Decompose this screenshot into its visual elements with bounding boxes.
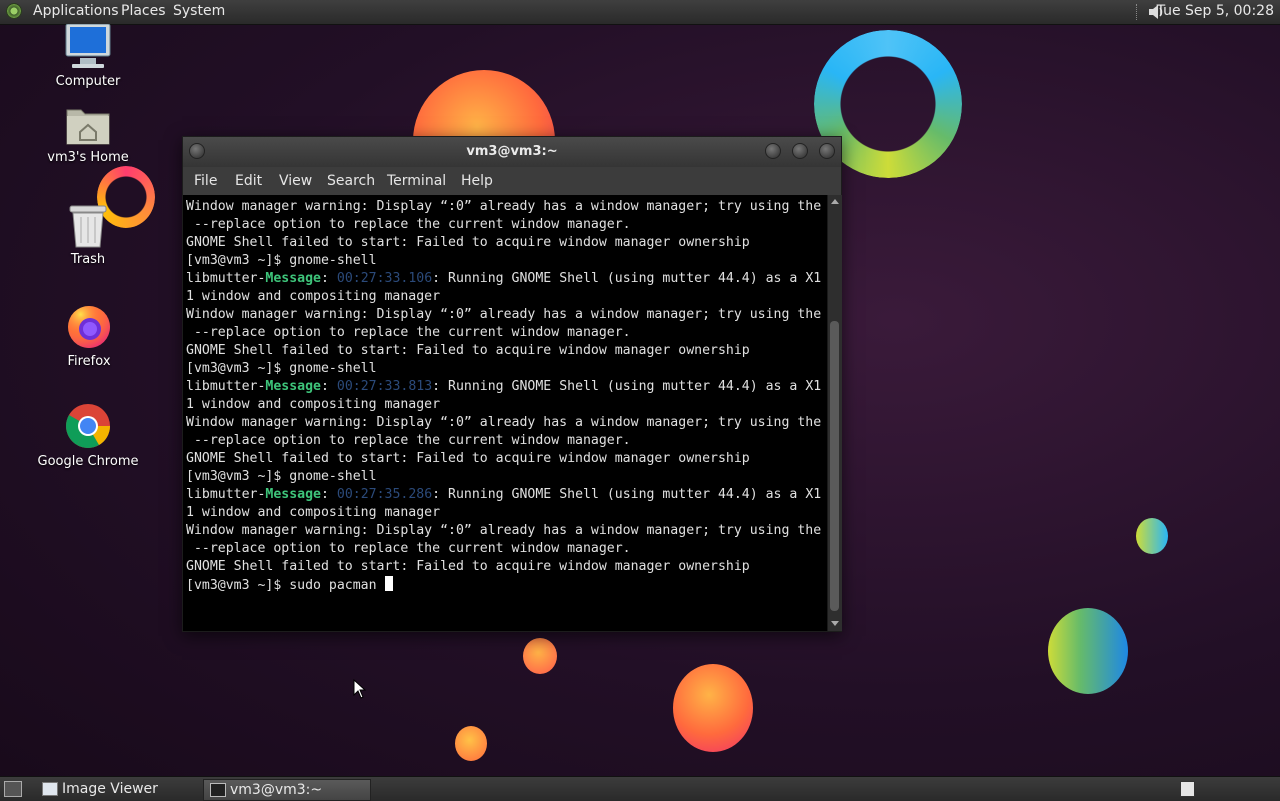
desktop-icon-label: Trash xyxy=(70,252,106,267)
terminal-prompt-line: [vm3@vm3 ~]$ sudo pacman xyxy=(186,576,821,594)
menu-view[interactable]: View xyxy=(279,173,312,189)
menu-help[interactable]: Help xyxy=(461,173,493,189)
terminal-menubar: File Edit View Search Terminal Help xyxy=(183,167,841,195)
firefox-icon xyxy=(65,302,113,350)
terminal-line: --replace option to replace the current … xyxy=(186,433,631,448)
terminal-line-segment: : xyxy=(320,271,337,286)
menu-applications[interactable]: Applications xyxy=(33,3,119,19)
distro-logo-icon[interactable] xyxy=(6,3,22,19)
terminal-line: [vm3@vm3 ~]$ gnome-shell xyxy=(186,361,377,376)
terminal-scrollbar[interactable] xyxy=(827,195,842,631)
top-panel: Applications Places System Tue Sep 5, 00… xyxy=(0,0,1280,25)
terminal-icon xyxy=(210,783,226,797)
wallpaper-bubble xyxy=(1048,608,1128,694)
image-viewer-icon xyxy=(42,782,58,796)
terminal-line: 1 window and compositing manager xyxy=(186,505,441,520)
terminal-line-segment: Message xyxy=(265,379,321,394)
terminal-line-segment: libmutter- xyxy=(186,487,266,502)
mouse-pointer-icon xyxy=(353,678,367,703)
terminal-line-segment: libmutter- xyxy=(186,271,266,286)
wallpaper-bubble xyxy=(673,664,753,752)
desktop-icon-label: Firefox xyxy=(67,354,111,369)
menu-places[interactable]: Places xyxy=(121,3,166,19)
terminal-line-segment: 00:27:33.813 xyxy=(336,379,433,394)
scrollbar-thumb[interactable] xyxy=(830,321,839,611)
terminal-line: GNOME Shell failed to start: Failed to a… xyxy=(186,451,750,466)
chrome-icon xyxy=(64,402,112,450)
close-button[interactable] xyxy=(819,143,835,159)
terminal-cursor xyxy=(384,576,393,591)
terminal-lines: Window manager warning: Display “:0” alr… xyxy=(186,198,821,594)
desktop-icon-home[interactable]: vm3's Home xyxy=(28,104,148,165)
terminal-line: GNOME Shell failed to start: Failed to a… xyxy=(186,559,750,574)
workspace-switcher[interactable] xyxy=(1180,781,1195,797)
wallpaper-bubble xyxy=(455,726,487,761)
terminal-line-segment: : Running GNOME Shell (using mutter 44.4… xyxy=(432,379,822,394)
computer-icon xyxy=(64,23,112,70)
wallpaper-bubble xyxy=(1136,518,1168,554)
terminal-line: libmutter-Message: 00:27:33.813: Running… xyxy=(186,378,821,396)
terminal-line: [vm3@vm3 ~]$ gnome-shell xyxy=(186,253,377,268)
minimize-button[interactable] xyxy=(765,143,781,159)
bottom-panel: Image Viewer vm3@vm3:~ xyxy=(0,776,1280,801)
taskbar-item-terminal[interactable]: vm3@vm3:~ xyxy=(203,779,371,801)
terminal-line-segment: 00:27:35.286 xyxy=(336,487,433,502)
terminal-line-segment: libmutter- xyxy=(186,379,266,394)
terminal-line: [vm3@vm3 ~]$ gnome-shell xyxy=(186,469,377,484)
menu-terminal[interactable]: Terminal xyxy=(387,173,446,189)
desktop-icon-label: vm3's Home xyxy=(47,150,129,165)
terminal-line-segment: : xyxy=(320,487,337,502)
terminal-line: GNOME Shell failed to start: Failed to a… xyxy=(186,235,750,250)
menu-search[interactable]: Search xyxy=(327,173,375,189)
desktop-icon-label: Computer xyxy=(55,74,121,89)
terminal-line: --replace option to replace the current … xyxy=(186,217,631,232)
terminal-line-segment: : xyxy=(320,379,337,394)
terminal-output[interactable]: Window manager warning: Display “:0” alr… xyxy=(183,195,827,631)
desktop-icon-computer[interactable]: Computer xyxy=(28,23,148,89)
menu-edit[interactable]: Edit xyxy=(235,173,262,189)
terminal-line: libmutter-Message: 00:27:35.286: Running… xyxy=(186,486,821,504)
terminal-line: libmutter-Message: 00:27:33.106: Running… xyxy=(186,270,821,288)
terminal-line-segment: Message xyxy=(265,487,321,502)
terminal-line: Window manager warning: Display “:0” alr… xyxy=(186,523,822,538)
wallpaper-bubble xyxy=(523,638,557,674)
scroll-up-arrow-icon[interactable] xyxy=(831,199,839,204)
trash-icon xyxy=(68,204,108,248)
desktop-icon-firefox[interactable]: Firefox xyxy=(29,302,149,369)
terminal-line: Window manager warning: Display “:0” alr… xyxy=(186,307,822,322)
terminal-line: GNOME Shell failed to start: Failed to a… xyxy=(186,343,750,358)
desktop-icon-chrome[interactable]: Google Chrome xyxy=(28,402,148,469)
terminal-window[interactable]: vm3@vm3:~ File Edit View Search Terminal… xyxy=(182,136,842,632)
terminal-line-segment: : Running GNOME Shell (using mutter 44.4… xyxy=(432,487,822,502)
show-desktop-icon[interactable] xyxy=(4,781,22,797)
home-folder-icon xyxy=(65,104,111,146)
terminal-line: --replace option to replace the current … xyxy=(186,325,631,340)
desktop-icon-label: Google Chrome xyxy=(37,454,139,469)
terminal-line-segment: 00:27:33.106 xyxy=(336,271,433,286)
taskbar-item-label: vm3@vm3:~ xyxy=(230,782,323,798)
menu-file[interactable]: File xyxy=(194,173,217,189)
terminal-line: --replace option to replace the current … xyxy=(186,541,631,556)
terminal-line-segment: : Running GNOME Shell (using mutter 44.4… xyxy=(432,271,822,286)
taskbar-item-label: Image Viewer xyxy=(62,781,158,797)
terminal-prompt: [vm3@vm3 ~]$ sudo pacman xyxy=(186,578,385,593)
scroll-down-arrow-icon[interactable] xyxy=(831,621,839,626)
terminal-line: 1 window and compositing manager xyxy=(186,289,441,304)
terminal-line: Window manager warning: Display “:0” alr… xyxy=(186,199,822,214)
terminal-line: 1 window and compositing manager xyxy=(186,397,441,412)
panel-separator xyxy=(1136,4,1139,20)
taskbar-item-image-viewer[interactable]: Image Viewer xyxy=(36,779,212,799)
maximize-button[interactable] xyxy=(792,143,808,159)
menu-system[interactable]: System xyxy=(173,3,225,19)
window-titlebar[interactable]: vm3@vm3:~ xyxy=(183,137,841,167)
window-title: vm3@vm3:~ xyxy=(466,144,558,159)
clock[interactable]: Tue Sep 5, 00:28 xyxy=(1157,3,1274,19)
terminal-line-segment: Message xyxy=(265,271,321,286)
terminal-line: Window manager warning: Display “:0” alr… xyxy=(186,415,822,430)
desktop-icon-trash[interactable]: Trash xyxy=(28,204,148,267)
